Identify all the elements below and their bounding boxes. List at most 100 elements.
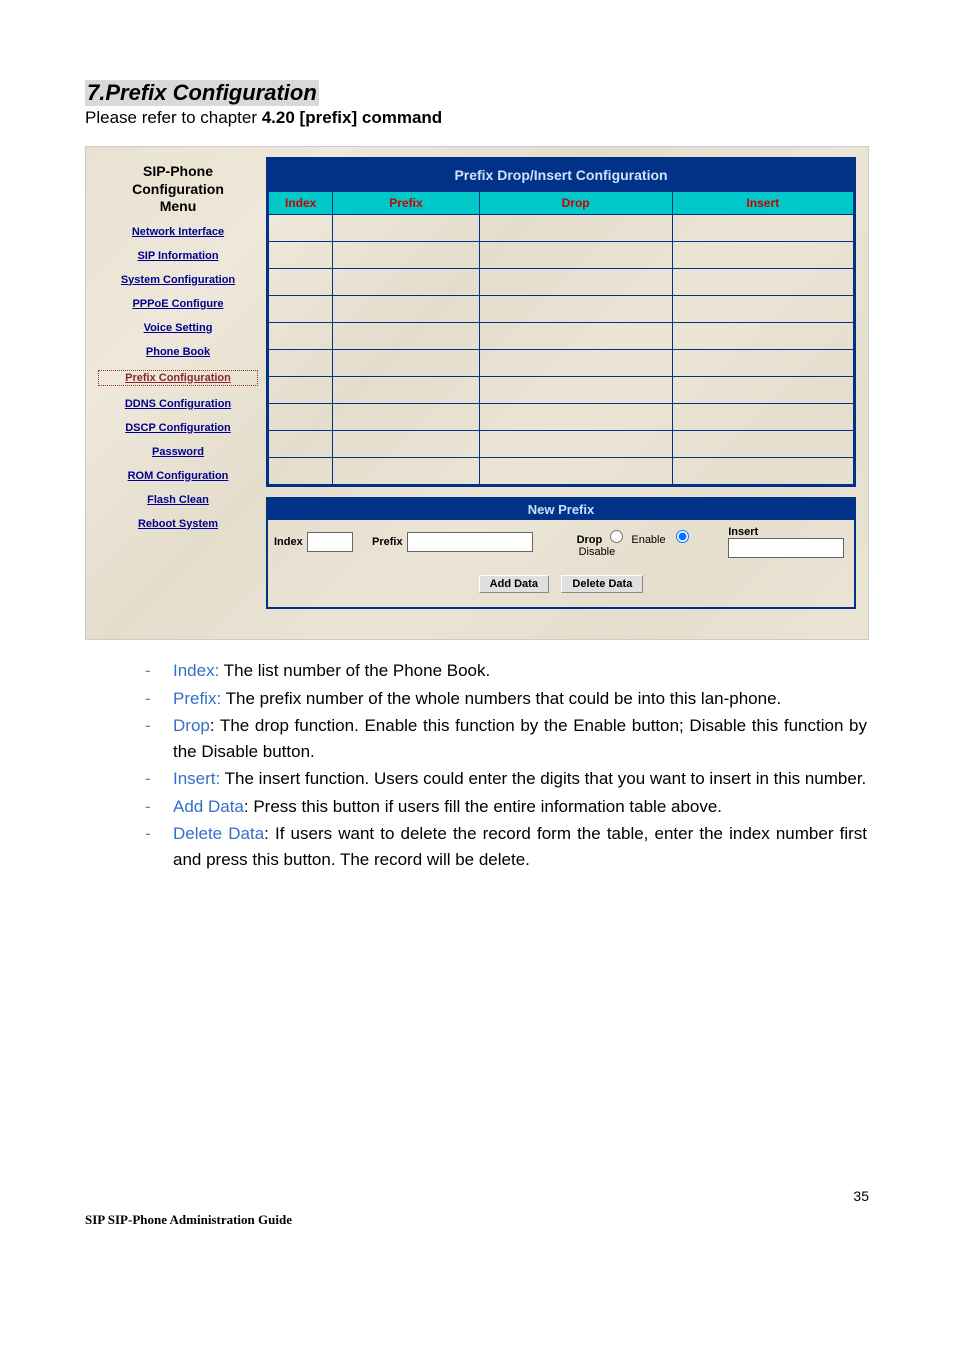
sidebar-item-prefix-configuration[interactable]: Prefix Configuration <box>98 370 258 386</box>
list-item: Delete Data: If users want to delete the… <box>145 821 869 872</box>
input-index[interactable] <box>307 532 353 552</box>
add-data-button[interactable]: Add Data <box>479 575 549 593</box>
table-cell <box>269 296 333 323</box>
sidebar-item-reboot-system[interactable]: Reboot System <box>98 518 258 530</box>
intro-plain: Please refer to chapter <box>85 108 262 127</box>
table-cell <box>333 215 479 242</box>
panel-title: Prefix Drop/Insert Configuration <box>268 159 854 191</box>
sidebar-title-line3: Menu <box>160 198 197 214</box>
table-cell <box>672 215 853 242</box>
table-cell <box>479 404 672 431</box>
sidebar-item-ddns-configuration[interactable]: DDNS Configuration <box>98 398 258 410</box>
table-cell <box>672 377 853 404</box>
table-cell <box>333 296 479 323</box>
sidebar: SIP-Phone Configuration Menu Network Int… <box>98 157 258 609</box>
input-prefix[interactable] <box>407 532 533 552</box>
sidebar-item-system-configuration[interactable]: System Configuration <box>98 274 258 286</box>
table-cell <box>333 323 479 350</box>
th-index: Index <box>269 192 333 215</box>
table-cell <box>333 458 479 485</box>
sidebar-item-pppoe-configure[interactable]: PPPoE Configure <box>98 298 258 310</box>
table-cell <box>269 458 333 485</box>
table-cell <box>479 215 672 242</box>
term: Index: <box>173 661 219 680</box>
sidebar-item-rom-configuration[interactable]: ROM Configuration <box>98 470 258 482</box>
table-row <box>269 242 854 269</box>
table-row <box>269 269 854 296</box>
sidebar-title: SIP-Phone Configuration Menu <box>98 163 258 216</box>
table-row <box>269 296 854 323</box>
table-row <box>269 458 854 485</box>
table-cell <box>672 242 853 269</box>
table-row <box>269 431 854 458</box>
table-cell <box>269 242 333 269</box>
term: Add Data <box>173 797 244 816</box>
page-number: 35 <box>853 1188 869 1204</box>
sidebar-title-line2: Configuration <box>132 181 224 197</box>
intro-bold: 4.20 [prefix] command <box>262 108 442 127</box>
desc-text: The drop function. Enable this function … <box>173 716 867 761</box>
th-prefix: Prefix <box>333 192 479 215</box>
table-cell <box>269 215 333 242</box>
table-cell <box>479 269 672 296</box>
label-drop: Drop <box>577 534 603 546</box>
sidebar-item-voice-setting[interactable]: Voice Setting <box>98 322 258 334</box>
table-cell <box>479 296 672 323</box>
screenshot-panel: SIP-Phone Configuration Menu Network Int… <box>85 146 869 640</box>
table-row <box>269 350 854 377</box>
section-heading: 7.Prefix Configuration <box>85 80 319 106</box>
table-row <box>269 377 854 404</box>
table-cell <box>672 431 853 458</box>
term: Drop <box>173 716 210 735</box>
label-disable: Disable <box>579 546 616 558</box>
desc-text: The list number of the Phone Book. <box>219 661 490 680</box>
table-cell <box>269 350 333 377</box>
table-cell <box>333 404 479 431</box>
delete-data-button[interactable]: Delete Data <box>561 575 643 593</box>
table-cell <box>479 350 672 377</box>
table-cell <box>479 242 672 269</box>
table-cell <box>269 377 333 404</box>
table-row <box>269 404 854 431</box>
table-cell <box>269 404 333 431</box>
sidebar-item-password[interactable]: Password <box>98 446 258 458</box>
table-cell <box>672 458 853 485</box>
table-cell <box>672 269 853 296</box>
sidebar-item-phone-book[interactable]: Phone Book <box>98 346 258 358</box>
table-cell <box>269 269 333 296</box>
table-cell <box>672 350 853 377</box>
description-list: Index: The list number of the Phone Book… <box>145 658 869 872</box>
table-cell <box>269 431 333 458</box>
table-cell <box>479 377 672 404</box>
term: Insert: <box>173 769 220 788</box>
table-cell <box>672 404 853 431</box>
term: Delete Data <box>173 824 264 843</box>
radio-disable[interactable] <box>676 530 689 543</box>
list-item: Drop: The drop function. Enable this fun… <box>145 713 869 764</box>
th-drop: Drop <box>479 192 672 215</box>
content-area: Prefix Drop/Insert Configuration Index P… <box>266 157 856 609</box>
table-row <box>269 323 854 350</box>
table-cell <box>333 269 479 296</box>
config-table-wrap: Prefix Drop/Insert Configuration Index P… <box>266 157 856 487</box>
new-prefix-title: New Prefix <box>268 499 854 520</box>
th-insert: Insert <box>672 192 853 215</box>
sidebar-item-dscp-configuration[interactable]: DSCP Configuration <box>98 422 258 434</box>
desc-text: Press this button if users fill the enti… <box>249 797 722 816</box>
footer-text: SIP SIP-Phone Administration Guide <box>85 1212 292 1228</box>
label-insert: Insert <box>728 526 758 538</box>
intro-line: Please refer to chapter 4.20 [prefix] co… <box>85 108 869 128</box>
radio-enable[interactable] <box>610 530 623 543</box>
sidebar-item-sip-information[interactable]: SIP Information <box>98 250 258 262</box>
desc-text: The insert function. Users could enter t… <box>220 769 866 788</box>
sidebar-item-network-interface[interactable]: Network Interface <box>98 226 258 238</box>
input-insert[interactable] <box>728 538 844 558</box>
button-row: Add Data Delete Data <box>268 564 854 607</box>
new-prefix-row: Index Prefix Drop Enable Disable Insert <box>268 520 854 564</box>
sidebar-title-line1: SIP-Phone <box>143 163 213 179</box>
label-prefix: Prefix <box>372 536 403 548</box>
sidebar-item-flash-clean[interactable]: Flash Clean <box>98 494 258 506</box>
config-table: Index Prefix Drop Insert <box>268 191 854 485</box>
table-cell <box>672 296 853 323</box>
list-item: Add Data: Press this button if users fil… <box>145 794 869 820</box>
